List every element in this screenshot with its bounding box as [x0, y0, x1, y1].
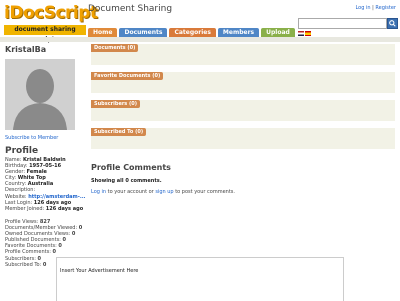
- auth-links: Log in | Register: [355, 5, 396, 11]
- register-link[interactable]: Register: [375, 5, 396, 11]
- favorite-documents-badge[interactable]: Favorite Documents (0): [91, 72, 164, 80]
- tab-upload[interactable]: Upload: [261, 28, 295, 37]
- subscribed-to-section: Subscribed To (0): [91, 128, 395, 149]
- avatar-silhouette-icon: [5, 59, 75, 130]
- main-nav: Home Documents Categories Members Upload: [88, 28, 295, 37]
- profile-field-member-joined: Member Joined: 126 days ago: [5, 205, 84, 212]
- profile-heading: Profile: [5, 146, 39, 156]
- tab-members[interactable]: Members: [217, 28, 260, 37]
- comments-login-link[interactable]: Log in: [91, 189, 106, 195]
- language-flags: [298, 31, 312, 36]
- english-flag-icon[interactable]: [298, 31, 304, 36]
- login-link[interactable]: Log in: [355, 5, 370, 11]
- advertisement-box[interactable]: Insert Your Advertisement Here: [56, 257, 344, 301]
- subscribers-badge[interactable]: Subscribers (0): [91, 100, 141, 108]
- comments-login-prompt: Log in to your account or sign up to pos…: [91, 189, 235, 195]
- auth-separator: |: [372, 5, 374, 11]
- avatar: [5, 59, 75, 130]
- subscribers-section: Subscribers (0): [91, 100, 395, 121]
- advertisement-text: Insert Your Advertisement Here: [60, 268, 139, 274]
- subscribed-to-badge[interactable]: Subscribed To (0): [91, 128, 147, 136]
- logo-tagline: document sharing script: [4, 25, 86, 43]
- subscribe-member-link[interactable]: Subscribe to Member: [5, 135, 58, 141]
- search-icon: [389, 20, 396, 27]
- tab-home[interactable]: Home: [88, 28, 118, 37]
- search-input[interactable]: [298, 18, 387, 29]
- profile-username: KristalBa: [5, 45, 47, 54]
- site-logo[interactable]: iDocScript document sharing script: [4, 3, 98, 43]
- tab-documents[interactable]: Documents: [119, 28, 168, 37]
- spanish-flag-icon[interactable]: [305, 31, 311, 36]
- favorite-documents-section: Favorite Documents (0): [91, 72, 395, 93]
- website-link[interactable]: http://amsterdam-...: [28, 194, 85, 200]
- documents-badge[interactable]: Documents (0): [91, 44, 139, 52]
- comments-signup-link[interactable]: sign up: [155, 189, 173, 195]
- site-title: Document Sharing: [88, 4, 173, 14]
- tab-categories[interactable]: Categories: [169, 28, 216, 37]
- profile-comments-heading: Profile Comments: [91, 163, 171, 172]
- nav-bar: [0, 37, 400, 42]
- profile-info: Name: Kristal Baldwin Birthday: 1957-05-…: [5, 157, 87, 212]
- comments-count: Showing all 0 comments.: [91, 178, 162, 184]
- documents-section: Documents (0): [91, 44, 395, 65]
- search-button[interactable]: [387, 18, 398, 29]
- logo-text: iDocScript: [4, 3, 98, 23]
